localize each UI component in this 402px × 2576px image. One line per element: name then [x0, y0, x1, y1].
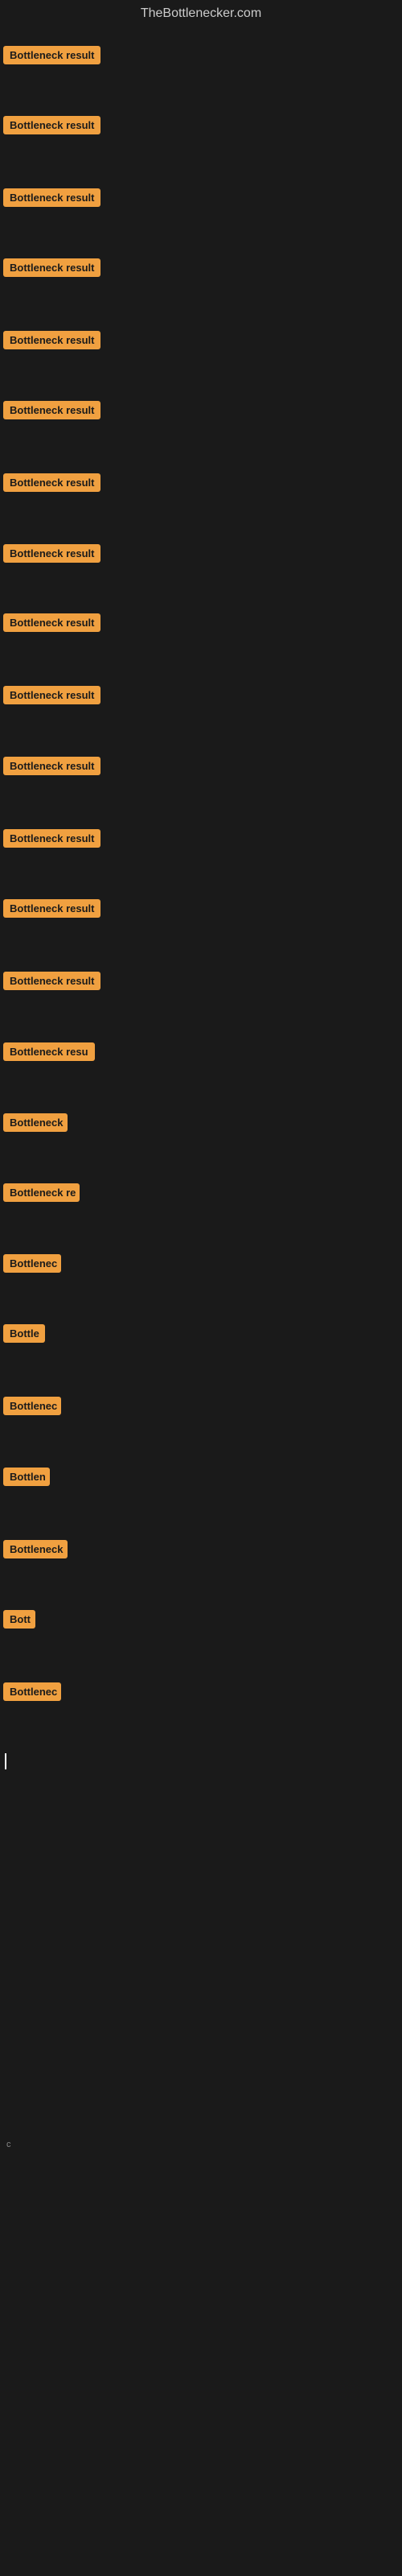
bottleneck-item-21: Bottlen [3, 1468, 50, 1490]
cursor-indicator [5, 1753, 6, 1769]
bottleneck-badge[interactable]: Bottleneck result [3, 899, 100, 918]
bottleneck-item-2: Bottleneck result [3, 116, 100, 138]
bottleneck-item-17: Bottleneck re [3, 1183, 80, 1206]
site-header: TheBottlenecker.com [0, 0, 402, 27]
bottleneck-badge[interactable]: Bottleneck resu [3, 1042, 95, 1061]
bottleneck-item-8: Bottleneck result [3, 544, 100, 567]
bottleneck-item-22: Bottleneck [3, 1540, 68, 1563]
bottleneck-badge[interactable]: Bottleneck result [3, 757, 100, 775]
bottleneck-item-14: Bottleneck result [3, 972, 100, 994]
bottleneck-item-4: Bottleneck result [3, 258, 100, 281]
bottleneck-item-10: Bottleneck result [3, 686, 100, 708]
bottleneck-item-18: Bottlenec [3, 1254, 61, 1277]
bottleneck-badge[interactable]: Bottleneck result [3, 331, 100, 349]
bottleneck-item-13: Bottleneck result [3, 899, 100, 922]
bottleneck-item-9: Bottleneck result [3, 613, 100, 636]
bottleneck-item-20: Bottlenec [3, 1397, 61, 1419]
bottleneck-badge[interactable]: Bottle [3, 1324, 45, 1343]
bottleneck-badge[interactable]: Bottlenec [3, 1254, 61, 1273]
bottleneck-badge[interactable]: Bott [3, 1610, 35, 1629]
bottleneck-badge[interactable]: Bottleneck result [3, 829, 100, 848]
bottleneck-badge[interactable]: Bottleneck result [3, 116, 100, 134]
bottleneck-badge[interactable]: Bottleneck result [3, 401, 100, 419]
site-title: TheBottlenecker.com [0, 0, 402, 27]
bottleneck-item-11: Bottleneck result [3, 757, 100, 779]
bottleneck-badge[interactable]: Bottlen [3, 1468, 50, 1486]
bottleneck-badge[interactable]: Bottleneck result [3, 613, 100, 632]
text-cursor [3, 1753, 6, 1773]
bottleneck-item-19: Bottle [3, 1324, 45, 1347]
bottleneck-item-1: Bottleneck result [3, 46, 100, 68]
bottleneck-badge[interactable]: Bottleneck result [3, 473, 100, 492]
bottleneck-badge[interactable]: Bottleneck result [3, 46, 100, 64]
bottleneck-badge[interactable]: Bottleneck result [3, 972, 100, 990]
bottleneck-badge[interactable]: Bottlenec [3, 1397, 61, 1415]
bottleneck-item-16: Bottleneck [3, 1113, 68, 1136]
bottleneck-item-15: Bottleneck resu [3, 1042, 95, 1065]
bottleneck-badge[interactable]: Bottleneck re [3, 1183, 80, 1202]
bottleneck-badge[interactable]: Bottlenec [3, 1682, 61, 1701]
bottleneck-item-5: Bottleneck result [3, 331, 100, 353]
bottleneck-badge[interactable]: Bottleneck result [3, 686, 100, 704]
small-label: c [3, 2133, 14, 2156]
bottleneck-badge[interactable]: Bottleneck result [3, 188, 100, 207]
bottleneck-items-container [0, 27, 402, 35]
bottleneck-item-12: Bottleneck result [3, 829, 100, 852]
bottleneck-item-3: Bottleneck result [3, 188, 100, 211]
bottleneck-item-24: Bottlenec [3, 1682, 61, 1705]
bottleneck-item-7: Bottleneck result [3, 473, 100, 496]
bottleneck-badge[interactable]: Bottleneck result [3, 544, 100, 563]
bottleneck-badge[interactable]: Bottleneck result [3, 258, 100, 277]
bottleneck-item-6: Bottleneck result [3, 401, 100, 423]
bottleneck-badge[interactable]: Bottleneck [3, 1540, 68, 1558]
bottleneck-badge[interactable]: Bottleneck [3, 1113, 68, 1132]
bottleneck-item-23: Bott [3, 1610, 35, 1633]
